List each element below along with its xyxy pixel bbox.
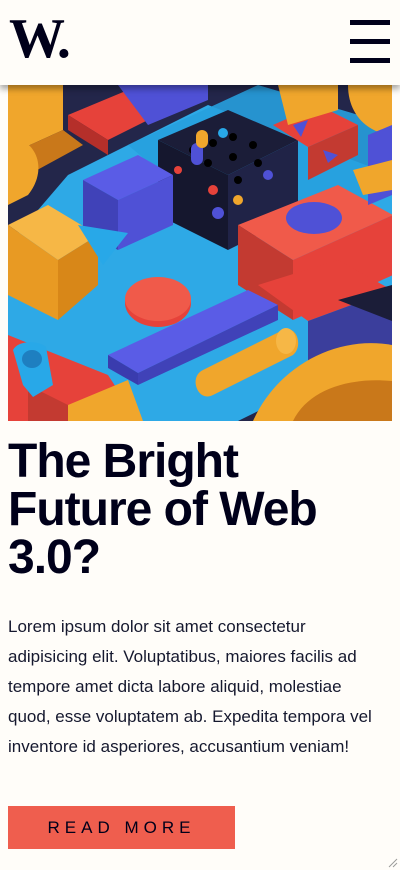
menu-bar [350, 20, 390, 25]
site-header: W. [0, 0, 400, 85]
logo[interactable]: W. [9, 8, 71, 70]
menu-bar [350, 58, 390, 63]
hero-illustration [8, 85, 392, 421]
menu-bar [350, 39, 390, 44]
resize-handle-icon[interactable] [386, 856, 398, 868]
read-more-button[interactable]: READ MORE [8, 806, 235, 849]
hamburger-menu-icon[interactable] [348, 20, 392, 64]
hero-image [8, 85, 392, 421]
article-body: Lorem ipsum dolor sit amet consectetur a… [8, 617, 372, 756]
article-title: The Bright Future of Web 3.0? [8, 435, 318, 584]
